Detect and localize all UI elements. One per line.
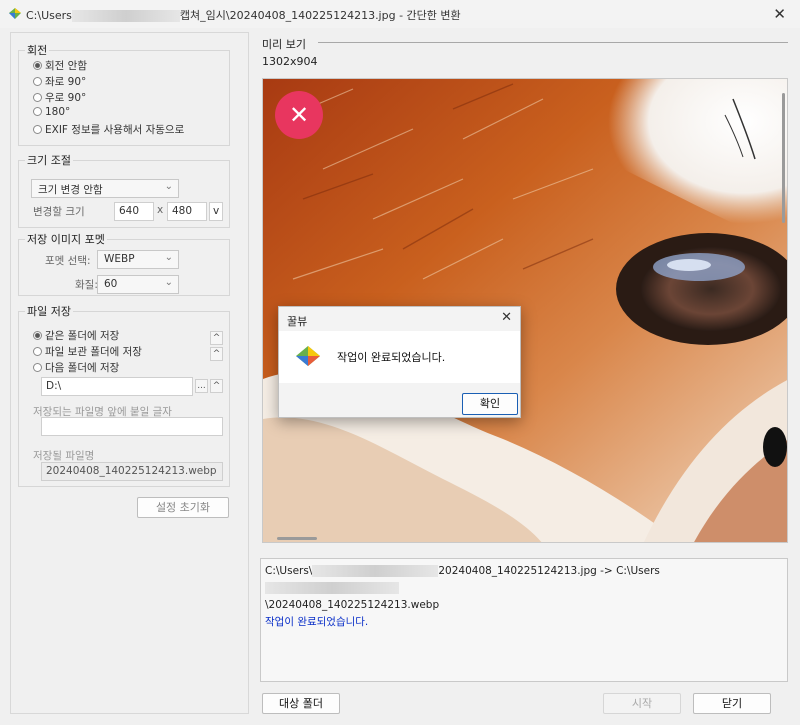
save-option-same-folder[interactable]: 같은 폴더에 저장 — [33, 328, 119, 343]
format-select[interactable]: WEBP ⌄ — [97, 250, 179, 269]
resize-mode-select[interactable]: 크기 변경 안함 ⌄ — [31, 179, 179, 198]
rotation-option-none[interactable]: 회전 안함 — [33, 58, 87, 73]
window-close-button[interactable]: ✕ — [773, 5, 786, 23]
dialog-body: 작업이 완료되었습니다. — [279, 331, 520, 383]
radio-icon — [33, 93, 42, 102]
resize-x-label: x — [157, 204, 164, 216]
save-title: 파일 저장 — [25, 303, 73, 319]
horizontal-scrollbar[interactable] — [277, 537, 317, 540]
radio-icon — [33, 347, 42, 356]
preview-image-size: 1302x904 — [262, 55, 318, 68]
move-up-icon[interactable]: ^ — [210, 347, 223, 361]
filename-value: 20240408_140225124213.webp — [41, 462, 223, 481]
completion-dialog: 꿀뷰 ✕ 작업이 완료되었습니다. 확인 — [278, 306, 521, 418]
close-button[interactable]: 닫기 — [693, 693, 771, 714]
redacted-area — [71, 10, 180, 22]
resize-height-input[interactable]: 480 — [167, 202, 207, 221]
radio-icon — [33, 61, 42, 70]
window-title: C:\Users 캡쳐_임시\20240408_140225124213.jpg … — [26, 9, 461, 22]
save-group: 파일 저장 같은 폴더에 저장 파일 보관 폴더에 저장 다음 폴더에 저장 ^… — [18, 303, 230, 487]
dialog-title: 꿀뷰 — [287, 315, 308, 328]
radio-icon — [33, 331, 42, 340]
rotation-group: 회전 회전 안함 좌로 90° 우로 90° 180° EXIF 정보를 사용해… — [18, 42, 230, 146]
filename-label: 저장될 파일명 — [33, 450, 95, 462]
vertical-scrollbar[interactable] — [782, 93, 785, 223]
browse-folder-button[interactable]: ... — [195, 379, 208, 393]
log-line: \20240408_140225124213.webp — [265, 599, 440, 611]
move-up-icon[interactable]: ^ — [210, 379, 223, 393]
radio-icon — [33, 77, 42, 86]
log-panel: C:\Users\ 20240408_140225124213.jpg -> C:… — [260, 558, 788, 682]
radio-icon — [33, 107, 42, 116]
prefix-input[interactable] — [41, 417, 223, 436]
format-title: 저장 이미지 포멧 — [25, 231, 107, 247]
log-status-line: 작업이 완료되었습니다. — [265, 616, 369, 628]
quality-select[interactable]: 60 ⌄ — [97, 275, 179, 294]
dialog-ok-button[interactable]: 확인 — [462, 393, 518, 415]
app-logo-icon — [296, 346, 320, 366]
format-label: 포멧 선택: — [45, 255, 91, 267]
resize-width-input[interactable]: 640 — [114, 202, 154, 221]
app-icon — [9, 8, 21, 19]
start-button[interactable]: 시작 — [603, 693, 681, 714]
target-folder-button[interactable]: 대상 폴더 — [262, 693, 340, 714]
radio-icon — [33, 125, 42, 134]
save-folder-input[interactable]: D:\ — [41, 377, 193, 396]
rotation-option-exif[interactable]: EXIF 정보를 사용해서 자동으로 — [33, 122, 184, 137]
resize-title: 크기 조절 — [25, 152, 73, 168]
rotation-option-left[interactable]: 좌로 90° — [33, 74, 86, 89]
chevron-down-icon: ⌄ — [164, 181, 173, 192]
dialog-close-button[interactable]: ✕ — [501, 310, 512, 325]
preview-separator — [318, 42, 788, 43]
rotation-option-right[interactable]: 우로 90° — [33, 90, 86, 105]
chevron-down-icon: ⌄ — [164, 277, 173, 288]
rotation-option-180[interactable]: 180° — [33, 106, 70, 118]
save-option-archive-folder[interactable]: 파일 보관 폴더에 저장 — [33, 344, 142, 359]
format-group: 저장 이미지 포멧 포멧 선택: WEBP ⌄ 화질: 60 ⌄ — [18, 231, 230, 296]
resize-group: 크기 조절 크기 변경 안함 ⌄ 변경할 크기 640 x 480 v — [18, 152, 230, 228]
reset-settings-button[interactable]: 설정 초기화 — [137, 497, 229, 518]
redacted-area — [265, 582, 399, 594]
save-option-custom-folder[interactable]: 다음 폴더에 저장 — [33, 360, 119, 375]
redacted-area — [312, 565, 439, 577]
radio-icon — [33, 363, 42, 372]
log-line: C:\Users\ 20240408_140225124213.jpg -> C:… — [265, 563, 783, 597]
resize-preset-button[interactable]: v — [209, 202, 223, 221]
rotation-title: 회전 — [25, 42, 50, 58]
chevron-down-icon: ⌄ — [164, 252, 173, 263]
close-badge-icon[interactable]: ✕ — [275, 91, 323, 139]
move-up-icon[interactable]: ^ — [210, 331, 223, 345]
title-bar: C:\Users 캡쳐_임시\20240408_140225124213.jpg … — [0, 0, 800, 28]
preview-title: 미리 보기 — [262, 38, 306, 51]
quality-label: 화질: — [75, 279, 98, 291]
dialog-message: 작업이 완료되었습니다. — [337, 351, 446, 364]
resize-size-label: 변경할 크기 — [33, 206, 85, 218]
